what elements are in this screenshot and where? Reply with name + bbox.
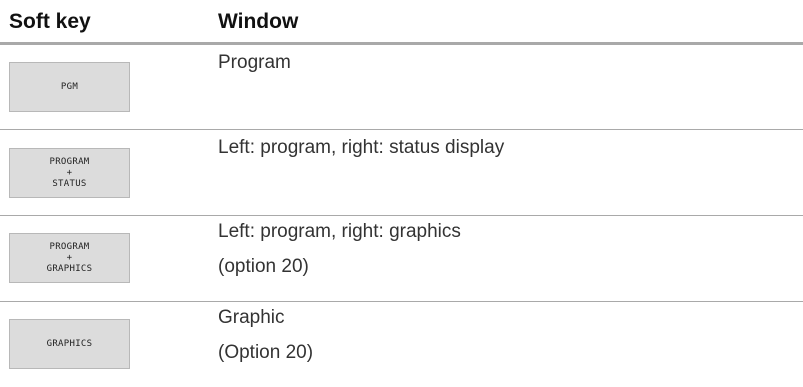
table-row: PROGRAM + STATUS Left: program, right: s… (0, 130, 803, 215)
softkey-label-line: STATUS (52, 178, 87, 189)
softkey-label-line: PROGRAM (49, 241, 90, 252)
softkey-label-line: PGM (60, 81, 79, 92)
softkey-label-line: GRAPHICS (46, 263, 93, 274)
window-text-line: Graphic (218, 307, 285, 328)
table-row: PROGRAM + GRAPHICS Left: program, right:… (0, 216, 803, 301)
softkey-label-line: GRAPHICS (46, 338, 93, 349)
window-text-line: Program (218, 52, 291, 73)
header-window: Window (218, 10, 299, 33)
program-status-softkey-button[interactable]: PROGRAM + STATUS (9, 148, 130, 198)
table-header: Soft key Window (0, 0, 803, 42)
window-description: Graphic (Option 20) (218, 307, 313, 364)
program-graphics-softkey-button[interactable]: PROGRAM + GRAPHICS (9, 233, 130, 283)
pgm-softkey-button[interactable]: PGM (9, 62, 130, 112)
window-description: Left: program, right: graphics (option 2… (218, 221, 461, 278)
softkey-label-line: + (66, 167, 73, 178)
table-row: GRAPHICS Graphic (Option 20) (0, 302, 803, 387)
window-text-line: Left: program, right: graphics (218, 221, 461, 242)
softkey-label-line: + (66, 252, 73, 263)
window-text-line: (option 20) (218, 256, 309, 277)
window-text-line: (Option 20) (218, 342, 314, 363)
window-text-line: Left: program, right: status display (218, 137, 505, 158)
table-row: PGM Program (0, 45, 803, 129)
window-description: Left: program, right: status display (218, 137, 504, 159)
graphics-softkey-button[interactable]: GRAPHICS (9, 319, 130, 369)
softkey-label-line: PROGRAM (49, 156, 90, 167)
header-softkey: Soft key (9, 10, 91, 33)
window-description: Program (218, 52, 291, 74)
